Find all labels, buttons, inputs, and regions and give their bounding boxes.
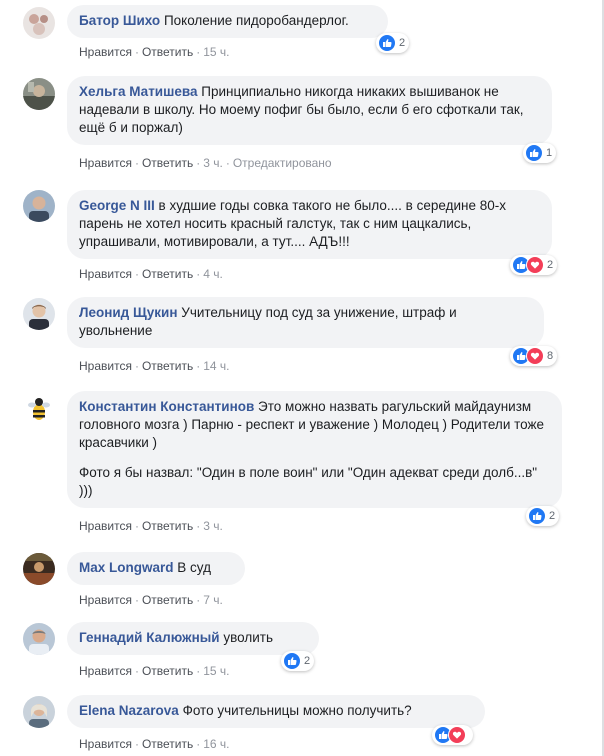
edited-label[interactable]: Отредактировано xyxy=(233,156,332,170)
comment-time[interactable]: 14 ч. xyxy=(203,359,229,373)
love-reaction-icon xyxy=(526,347,544,365)
reaction-count: 2 xyxy=(399,37,406,49)
like-reaction-icon xyxy=(528,507,546,525)
comment-author[interactable]: Хельга Матишева xyxy=(79,84,198,99)
reactions-summary[interactable]: 1 xyxy=(523,143,557,163)
comment-actions: Нравится · Ответить · 3 ч. · Отредактировано xyxy=(79,156,332,170)
comment-text: уволить xyxy=(223,630,273,645)
comment-time[interactable]: 3 ч. xyxy=(203,519,223,533)
like-link[interactable]: Нравится xyxy=(79,664,132,678)
like-reaction-icon xyxy=(378,34,396,52)
comment-bubble: Хельга Матишева Принципиально никогда ни… xyxy=(67,76,552,145)
comment-time[interactable]: 3 ч. xyxy=(203,156,223,170)
reply-link[interactable]: Ответить xyxy=(142,45,193,59)
avatar[interactable] xyxy=(23,298,55,330)
comment-actions: Нравится · Ответить · 16 ч. xyxy=(79,737,230,751)
comment-bubble: Леонид Щукин Учительницу под суд за униж… xyxy=(67,297,544,348)
reaction-count: 1 xyxy=(546,147,553,159)
reactions-summary[interactable]: 8 xyxy=(510,346,558,366)
like-link[interactable]: Нравится xyxy=(79,45,132,59)
comment-author[interactable]: Max Longward xyxy=(79,560,174,575)
like-reaction-icon xyxy=(283,652,301,670)
comment-actions: Нравится · Ответить · 15 ч. xyxy=(79,45,230,59)
avatar[interactable] xyxy=(23,7,55,39)
reply-link[interactable]: Ответить xyxy=(142,519,193,533)
like-reaction-icon xyxy=(525,144,543,162)
comment-actions: Нравится · Ответить · 4 ч. xyxy=(79,267,223,281)
like-link[interactable]: Нравится xyxy=(79,737,132,751)
comment-time[interactable]: 4 ч. xyxy=(203,267,223,281)
comment-text: Поколение пидоробандерлог. xyxy=(163,13,349,28)
comment-actions: Нравится · Ответить · 14 ч. xyxy=(79,359,230,373)
comment-actions: Нравится · Ответить · 15 ч. xyxy=(79,664,230,678)
comment-bubble: George N III в худшие годы совка такого … xyxy=(67,190,552,259)
comment-actions: Нравится · Ответить · 3 ч. xyxy=(79,519,223,533)
comment-text: В суд xyxy=(177,560,211,575)
comment-author[interactable]: Леонид Щукин xyxy=(79,305,177,320)
reactions-summary[interactable]: 2 xyxy=(510,255,558,275)
avatar[interactable] xyxy=(23,553,55,585)
like-link[interactable]: Нравится xyxy=(79,593,132,607)
comment-actions: Нравится · Ответить · 7 ч. xyxy=(79,593,223,607)
like-link[interactable]: Нравится xyxy=(79,519,132,533)
avatar[interactable] xyxy=(23,623,55,655)
like-link[interactable]: Нравится xyxy=(79,156,132,170)
reply-link[interactable]: Ответить xyxy=(142,737,193,751)
comment-bubble: Max Longward В суд xyxy=(67,552,245,585)
love-reaction-icon xyxy=(526,256,544,274)
reply-link[interactable]: Ответить xyxy=(142,156,193,170)
comment-text-paragraph: Фото я бы назвал: "Один в поле воин" или… xyxy=(79,465,538,498)
comment-bubble: Elena Nazarova Фото учительницы можно по… xyxy=(67,695,485,728)
reaction-count: 2 xyxy=(304,655,311,667)
comment-time[interactable]: 15 ч. xyxy=(203,664,229,678)
comment-author[interactable]: Elena Nazarova xyxy=(79,703,179,718)
reactions-summary[interactable]: 2 xyxy=(376,33,410,53)
reaction-count: 8 xyxy=(547,350,554,362)
like-link[interactable]: Нравится xyxy=(79,359,132,373)
comment-author[interactable]: Батор Шихо xyxy=(79,13,160,28)
comment-bubble: Батор Шихо Поколение пидоробандерлог. xyxy=(67,5,388,38)
avatar[interactable] xyxy=(23,190,55,222)
reply-link[interactable]: Ответить xyxy=(142,593,193,607)
comment-author[interactable]: George N III xyxy=(79,198,155,213)
comment-author[interactable]: Геннадий Калюжный xyxy=(79,630,220,645)
comment-time[interactable]: 16 ч. xyxy=(203,737,229,751)
love-reaction-icon xyxy=(448,726,466,744)
avatar[interactable] xyxy=(23,393,55,425)
reaction-count: 2 xyxy=(547,259,554,271)
comment-time[interactable]: 7 ч. xyxy=(203,593,223,607)
comment-bubble: Константин Константинов Это можно назват… xyxy=(67,391,562,508)
reaction-count: 2 xyxy=(549,510,556,522)
comment-time[interactable]: 15 ч. xyxy=(203,45,229,59)
comment-author[interactable]: Константин Константинов xyxy=(79,399,254,414)
reply-link[interactable]: Ответить xyxy=(142,664,193,678)
comment-text: Фото учительницы можно получить? xyxy=(182,703,412,718)
reactions-summary[interactable]: 2 xyxy=(281,651,315,671)
like-link[interactable]: Нравится xyxy=(79,267,132,281)
reactions-summary[interactable]: 2 xyxy=(526,506,560,526)
reactions-summary[interactable] xyxy=(432,725,473,745)
comment-bubble: Геннадий Калюжный уволить xyxy=(67,622,319,655)
avatar[interactable] xyxy=(23,696,55,728)
avatar[interactable] xyxy=(23,78,55,110)
reply-link[interactable]: Ответить xyxy=(142,267,193,281)
reply-link[interactable]: Ответить xyxy=(142,359,193,373)
